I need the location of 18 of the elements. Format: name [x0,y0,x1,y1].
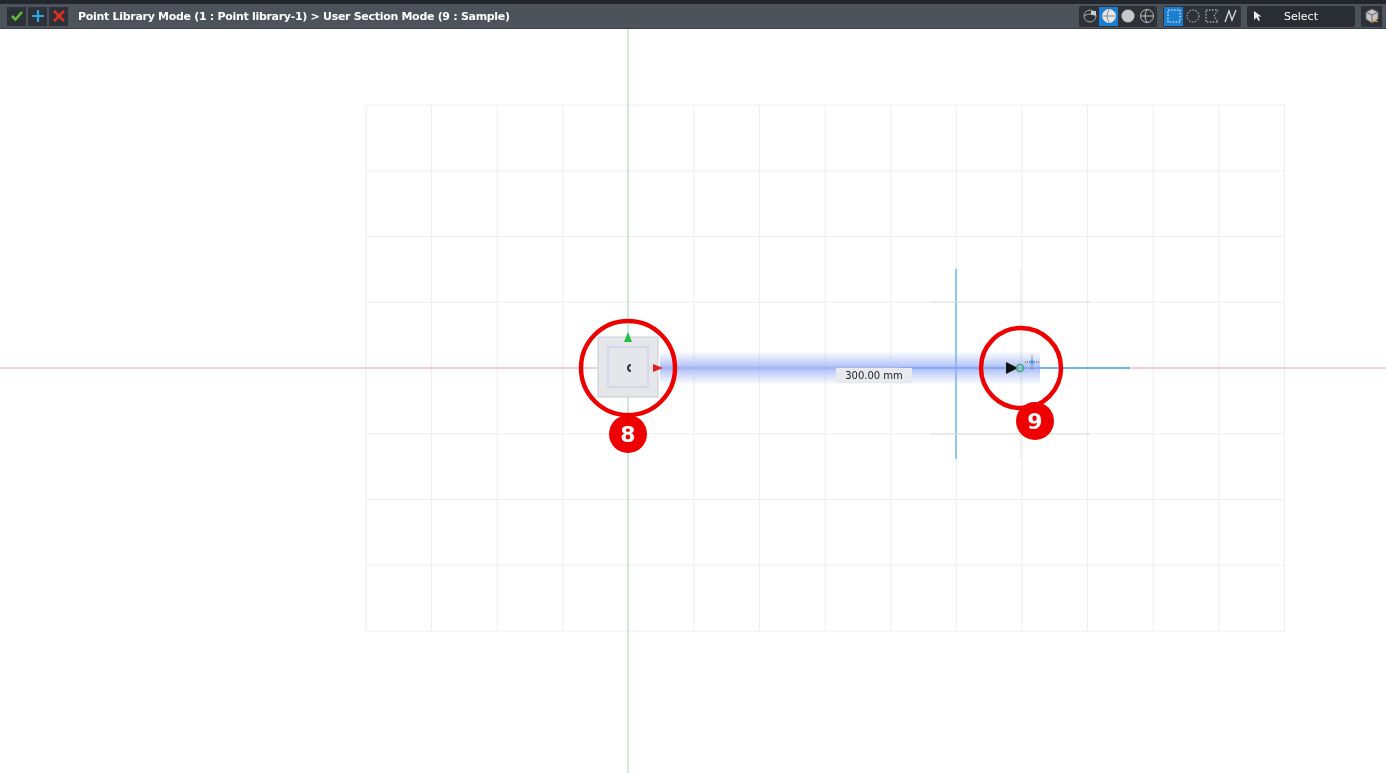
callout-badge: 8 [609,415,647,453]
cursor-icon [1253,10,1263,22]
dimension-label: 300.00 mm [836,368,912,383]
plus-button[interactable] [28,6,47,26]
check-button[interactable] [7,6,26,26]
circle-select-button[interactable] [1183,6,1202,26]
breadcrumb-title: Point Library Mode (1 : Point library-1) > User Section Mode (9 : Sample) [78,9,510,23]
sphere-lock-button[interactable] [1080,6,1099,26]
lasso-select-button[interactable] [1202,6,1221,26]
endpoint-marker-drawing [1006,354,1041,374]
rectangle-select-button[interactable] [1164,6,1183,26]
wireframe-sphere-button[interactable] [1099,6,1118,26]
cube-icon[interactable] [1361,5,1382,27]
origin-gizmo-drawing [597,332,663,398]
callout-badge: 9 [1016,402,1054,440]
select-dropdown[interactable]: Select [1247,5,1355,27]
grid-sphere-button[interactable] [1137,6,1156,26]
close-button[interactable] [49,6,68,26]
